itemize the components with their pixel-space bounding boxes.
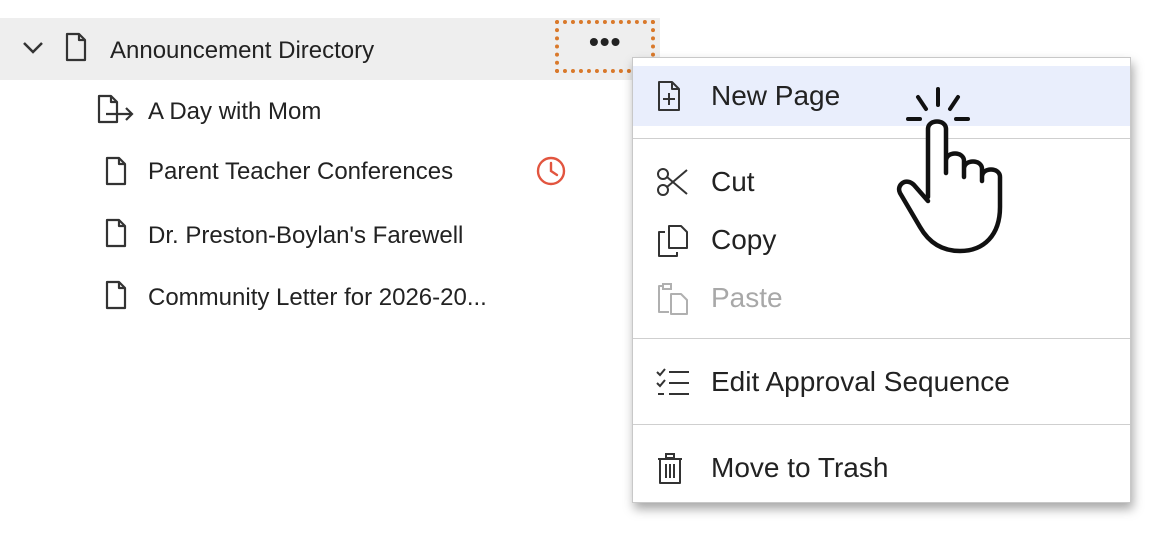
more-options-icon: •••	[589, 26, 622, 57]
tree-label: A Day with Mom	[148, 98, 322, 125]
menu-item-copy[interactable]: Copy	[633, 210, 1130, 270]
trash-icon	[658, 453, 682, 484]
new-page-icon	[658, 81, 680, 111]
tree-row-child[interactable]: Community Letter for 2026-20...	[90, 272, 610, 320]
menu-item-cut[interactable]: Cut	[633, 152, 1130, 212]
menu-divider	[633, 424, 1130, 425]
page-icon	[105, 280, 127, 310]
paste-icon	[658, 283, 688, 315]
menu-divider	[633, 338, 1130, 339]
scissors-icon	[657, 168, 688, 196]
page-icon	[65, 32, 87, 62]
context-menu: New Page Cut Copy Paste Edit Approval Se…	[632, 57, 1131, 503]
chevron-down-icon[interactable]	[22, 40, 44, 56]
tree-label: Parent Teacher Conferences	[148, 158, 454, 185]
menu-item-label: Move to Trash	[711, 452, 889, 483]
page-icon	[105, 218, 127, 248]
menu-item-label: Cut	[711, 166, 755, 197]
menu-divider	[633, 138, 1130, 139]
menu-item-paste[interactable]: Paste	[633, 268, 1130, 328]
approval-list-icon	[656, 368, 689, 395]
menu-item-label: Paste	[711, 282, 783, 313]
page-redirect-icon	[97, 94, 134, 124]
tree-label: Dr. Preston-Boylan's Farewell	[148, 222, 464, 249]
menu-item-new-page[interactable]: New Page	[633, 66, 1130, 126]
clock-icon	[536, 156, 566, 186]
menu-item-move-to-trash[interactable]: Move to Trash	[633, 438, 1130, 498]
tree-label-announcement-directory: Announcement Directory	[110, 37, 375, 64]
menu-item-edit-approval-sequence[interactable]: Edit Approval Sequence	[633, 352, 1130, 412]
menu-item-label: Edit Approval Sequence	[711, 366, 1010, 397]
menu-item-label: Copy	[711, 224, 777, 255]
menu-item-label: New Page	[711, 80, 841, 111]
tree-row-child[interactable]: Parent Teacher Conferences	[90, 148, 610, 196]
tree-label: Community Letter for 2026-20...	[148, 284, 487, 311]
page-icon	[105, 156, 127, 186]
copy-icon	[658, 225, 688, 257]
tree-row-child[interactable]: Dr. Preston-Boylan's Farewell	[90, 210, 610, 258]
pointer-hand-icon	[896, 87, 1003, 254]
tree-row-child[interactable]: A Day with Mom	[90, 88, 610, 136]
